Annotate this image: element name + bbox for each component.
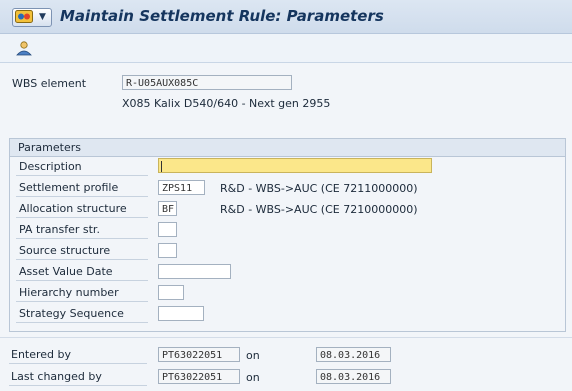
- settlement-profile-text: R&D - WBS->AUC (CE 7211000000): [220, 182, 418, 195]
- hierarchy-number-field[interactable]: [158, 285, 184, 300]
- sap-logo-icon: [15, 10, 33, 23]
- entered-on-date-field[interactable]: 08.03.2016: [316, 347, 391, 362]
- changed-on-date-field[interactable]: 08.03.2016: [316, 369, 391, 384]
- wbs-element-field[interactable]: R-U05AUX085C: [122, 75, 292, 90]
- settlement-profile-field[interactable]: ZPS11: [158, 180, 205, 195]
- allocation-structure-label: Allocation structure: [16, 199, 148, 218]
- wbs-element-description: X085 Kalix D540/640 - Next gen 2955: [122, 97, 331, 110]
- allocation-structure-text: R&D - WBS->AUC (CE 7210000000): [220, 203, 418, 216]
- description-label: Description: [16, 157, 148, 176]
- asset-value-date-label: Asset Value Date: [16, 262, 148, 281]
- pa-transfer-label: PA transfer str.: [16, 220, 148, 239]
- wbs-element-label: WBS element: [12, 77, 87, 90]
- source-structure-field[interactable]: [158, 243, 177, 258]
- divider: [0, 337, 572, 338]
- strategy-sequence-field[interactable]: [158, 306, 204, 321]
- description-field[interactable]: [158, 158, 432, 173]
- title-bar: ▼ Maintain Settlement Rule: Parameters: [0, 0, 572, 34]
- last-changed-by-label: Last changed by: [9, 367, 147, 386]
- parameters-group-title: Parameters: [18, 141, 81, 154]
- application-toolbar: [0, 34, 572, 63]
- hierarchy-number-label: Hierarchy number: [16, 283, 148, 302]
- allocation-structure-field[interactable]: BF: [158, 201, 177, 216]
- changed-on-label: on: [246, 371, 260, 384]
- asset-value-date-field[interactable]: [158, 264, 231, 279]
- entered-on-label: on: [246, 349, 260, 362]
- chevron-down-icon[interactable]: ▼: [36, 10, 49, 25]
- person-icon[interactable]: [15, 40, 33, 56]
- source-structure-label: Source structure: [16, 241, 148, 260]
- entered-by-label: Entered by: [9, 345, 147, 364]
- page-title: Maintain Settlement Rule: Parameters: [60, 7, 384, 25]
- app-menu-button[interactable]: ▼: [12, 8, 52, 27]
- pa-transfer-field[interactable]: [158, 222, 177, 237]
- entered-by-field[interactable]: PT63022051: [158, 347, 240, 362]
- strategy-sequence-label: Strategy Sequence: [16, 304, 148, 323]
- text-cursor: [161, 161, 162, 172]
- settlement-profile-label: Settlement profile: [16, 178, 148, 197]
- parameters-group-header: Parameters: [10, 139, 565, 157]
- last-changed-by-field[interactable]: PT63022051: [158, 369, 240, 384]
